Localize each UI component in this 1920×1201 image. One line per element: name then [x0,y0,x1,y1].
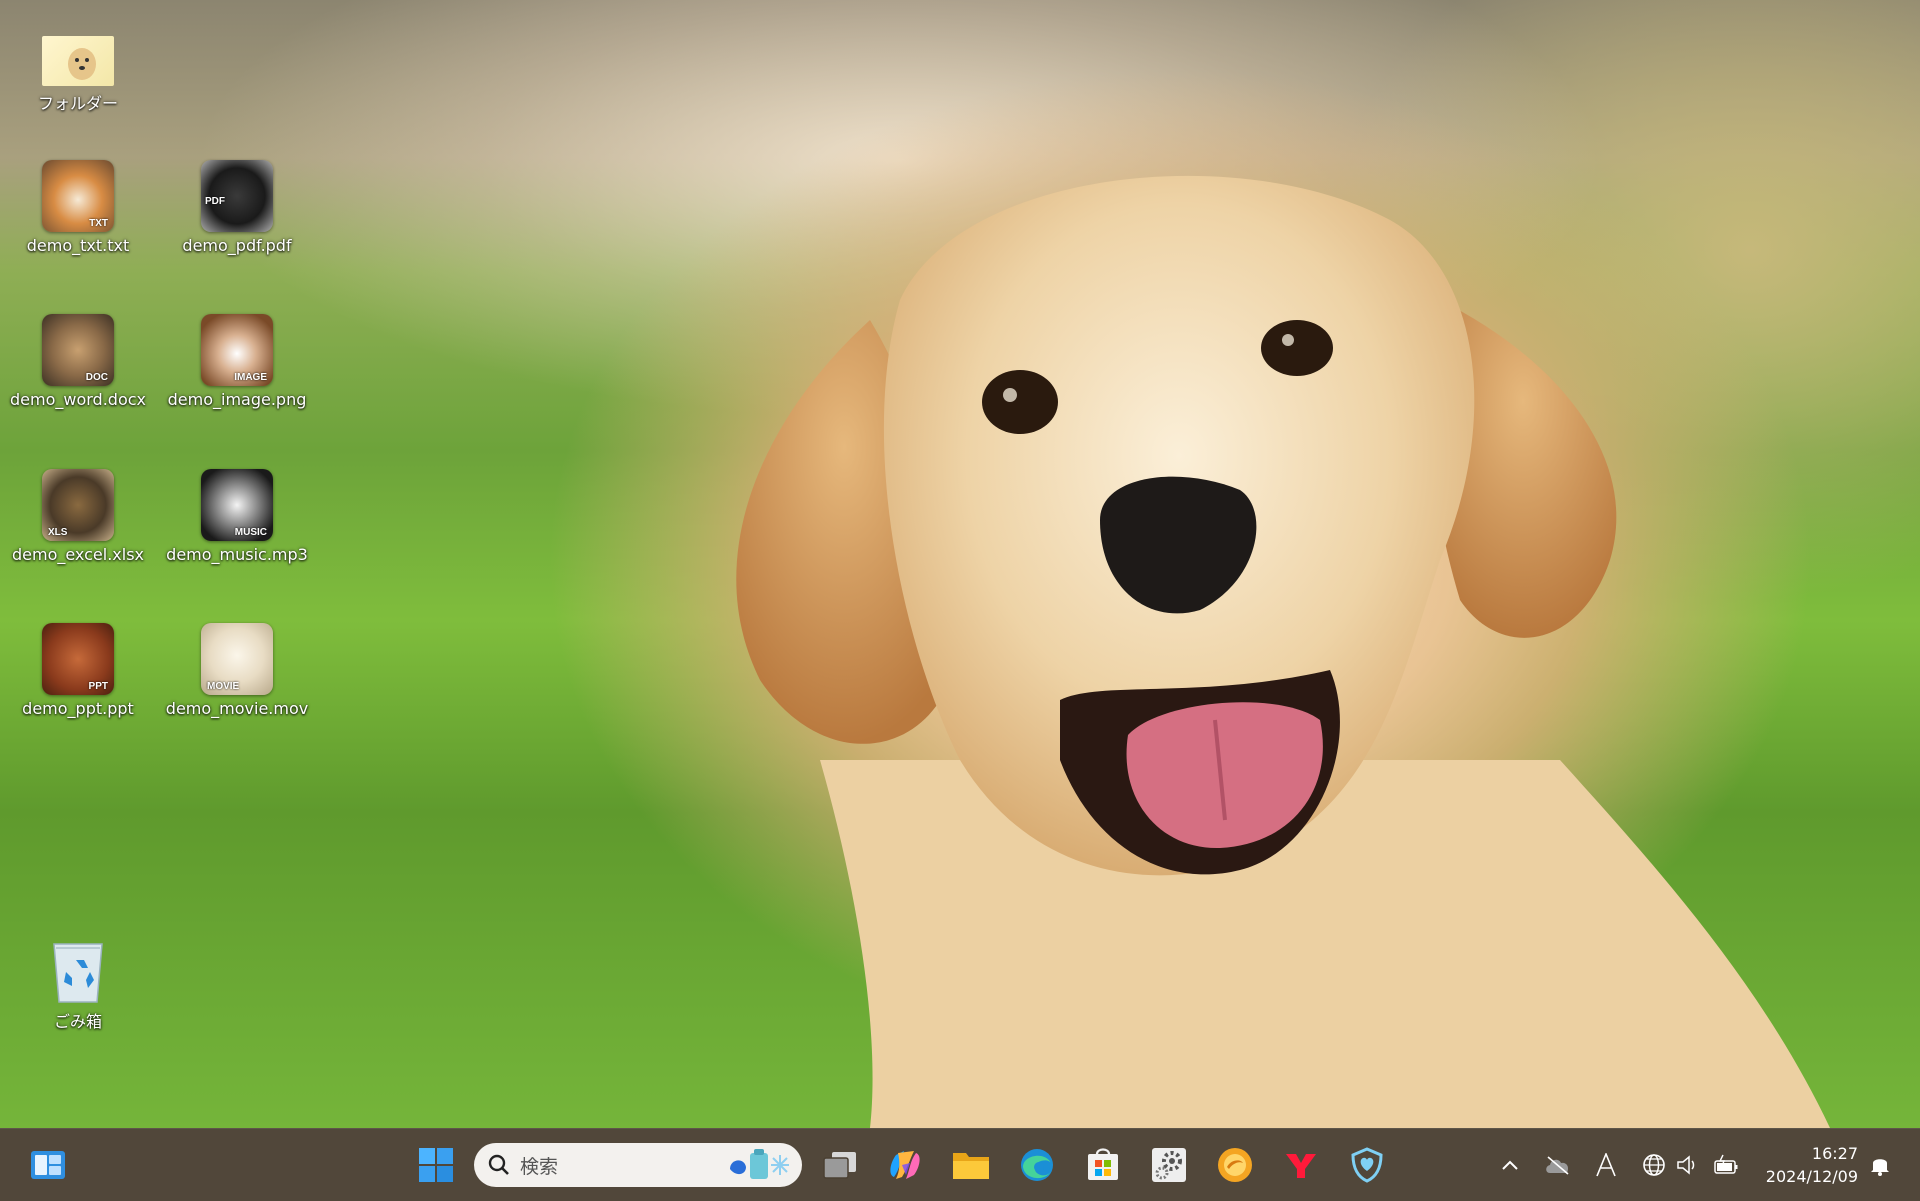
icon-label: demo_movie.mov [165,699,309,718]
desktop-icon-excel[interactable]: XLS demo_excel.xlsx [4,469,152,564]
chevron-up-icon [1502,1160,1518,1170]
folder-icon [42,36,114,86]
search-box[interactable]: 検索 [474,1143,802,1187]
icon-label: demo_excel.xlsx [11,545,144,564]
desktop-icon-pdf[interactable]: PDF demo_pdf.pdf [163,160,311,255]
search-placeholder: 検索 [520,1155,559,1178]
cloud-offline-icon [1546,1156,1569,1175]
yorkie-dog-thumbnail-icon: DOC [42,314,114,386]
bulldog-thumbnail-icon: MUSIC [201,469,273,541]
notifications-button[interactable] [1862,1147,1898,1183]
recycle-bin-icon [48,932,108,1004]
icon-label: demo_txt.txt [26,236,130,255]
icon-label: demo_word.docx [10,390,146,409]
desktop: フォルダー TXT demo_txt.txt PDF demo_pdf.pdf … [0,0,1920,1128]
black-dog-thumbnail-icon: PDF [201,160,273,232]
battery-charging-icon [1714,1154,1738,1174]
desktop-icon-movie[interactable]: MOVIE demo_movie.mov [163,623,311,718]
file-type-badge: TXT [89,218,108,229]
care-app-icon [1351,1147,1383,1183]
task-view-button[interactable] [814,1139,866,1191]
ime-mode-button[interactable] [1588,1147,1624,1183]
care-app-button[interactable] [1341,1139,1393,1191]
coin-app-button[interactable] [1209,1139,1261,1191]
ime-letter-a-icon [1596,1153,1616,1177]
icon-label: demo_image.png [167,390,307,409]
beagle-dog-thumbnail-icon: IMAGE [201,314,273,386]
icon-label: フォルダー [37,94,118,113]
yahoo-icon [1286,1154,1316,1178]
desktop-icon-txt[interactable]: TXT demo_txt.txt [4,160,152,255]
icon-label: demo_music.mp3 [166,545,308,564]
edge-button[interactable] [1011,1139,1063,1191]
globe-icon [1643,1154,1665,1176]
yahoo-button[interactable] [1275,1139,1327,1191]
clock-time: 16:27 [1811,1144,1858,1163]
task-view-icon [823,1152,856,1179]
store-icon [1088,1148,1118,1180]
bell-icon [1871,1159,1889,1176]
icon-label: demo_pdf.pdf [182,236,292,255]
shepherd-dog-thumbnail-icon: XLS [42,469,114,541]
icon-label: demo_ppt.ppt [22,699,134,718]
desktop-icon-music[interactable]: MUSIC demo_music.mp3 [163,469,311,564]
widgets-icon [31,1151,65,1179]
file-type-badge: PPT [88,681,108,692]
edge-icon [1021,1149,1053,1181]
clock-date: 2024/12/09 [1765,1167,1858,1186]
desktop-icon-image[interactable]: IMAGE demo_image.png [163,314,311,409]
onedrive-button[interactable] [1540,1147,1576,1183]
settings-button[interactable] [1143,1139,1195,1191]
file-type-badge: IMAGE [234,372,267,383]
desktop-icon-recycle-bin[interactable]: ごみ箱 [4,932,152,1032]
file-explorer-icon [953,1153,989,1179]
volume-button[interactable] [1670,1147,1706,1183]
file-type-badge: XLS [48,527,68,538]
copilot-button[interactable] [879,1139,931,1191]
network-button[interactable] [1636,1147,1672,1183]
search-highlight-icon [730,1149,789,1179]
coin-app-icon [1218,1148,1252,1182]
file-explorer-button[interactable] [945,1139,997,1191]
poodle-dog-thumbnail-icon: PPT [42,623,114,695]
file-type-badge: MUSIC [234,527,267,538]
desktop-icon-folder[interactable]: フォルダー [4,18,152,114]
clock[interactable]: 16:27 2024/12/09 [1754,1142,1858,1188]
widgets-button[interactable] [22,1139,74,1191]
taskbar: 検索 16:27 2024/12/09 [0,1128,1920,1201]
file-type-badge: PDF [205,196,225,207]
settings-icon [1152,1148,1186,1182]
white-dog-thumbnail-icon: MOVIE [201,623,273,695]
start-icon [419,1148,453,1182]
icon-label: ごみ箱 [53,1012,102,1031]
show-hidden-icons-button[interactable] [1492,1147,1528,1183]
search-icon [488,1154,509,1175]
speaker-icon [1677,1155,1695,1175]
shiba-dog-thumbnail-icon: TXT [42,160,114,232]
desktop-icon-word[interactable]: DOC demo_word.docx [4,314,152,409]
start-button[interactable] [410,1139,462,1191]
battery-button[interactable] [1708,1147,1744,1183]
file-type-badge: MOVIE [207,681,240,692]
copilot-icon [890,1151,920,1179]
desktop-icon-ppt[interactable]: PPT demo_ppt.ppt [4,623,152,718]
store-button[interactable] [1077,1139,1129,1191]
file-type-badge: DOC [85,372,108,383]
